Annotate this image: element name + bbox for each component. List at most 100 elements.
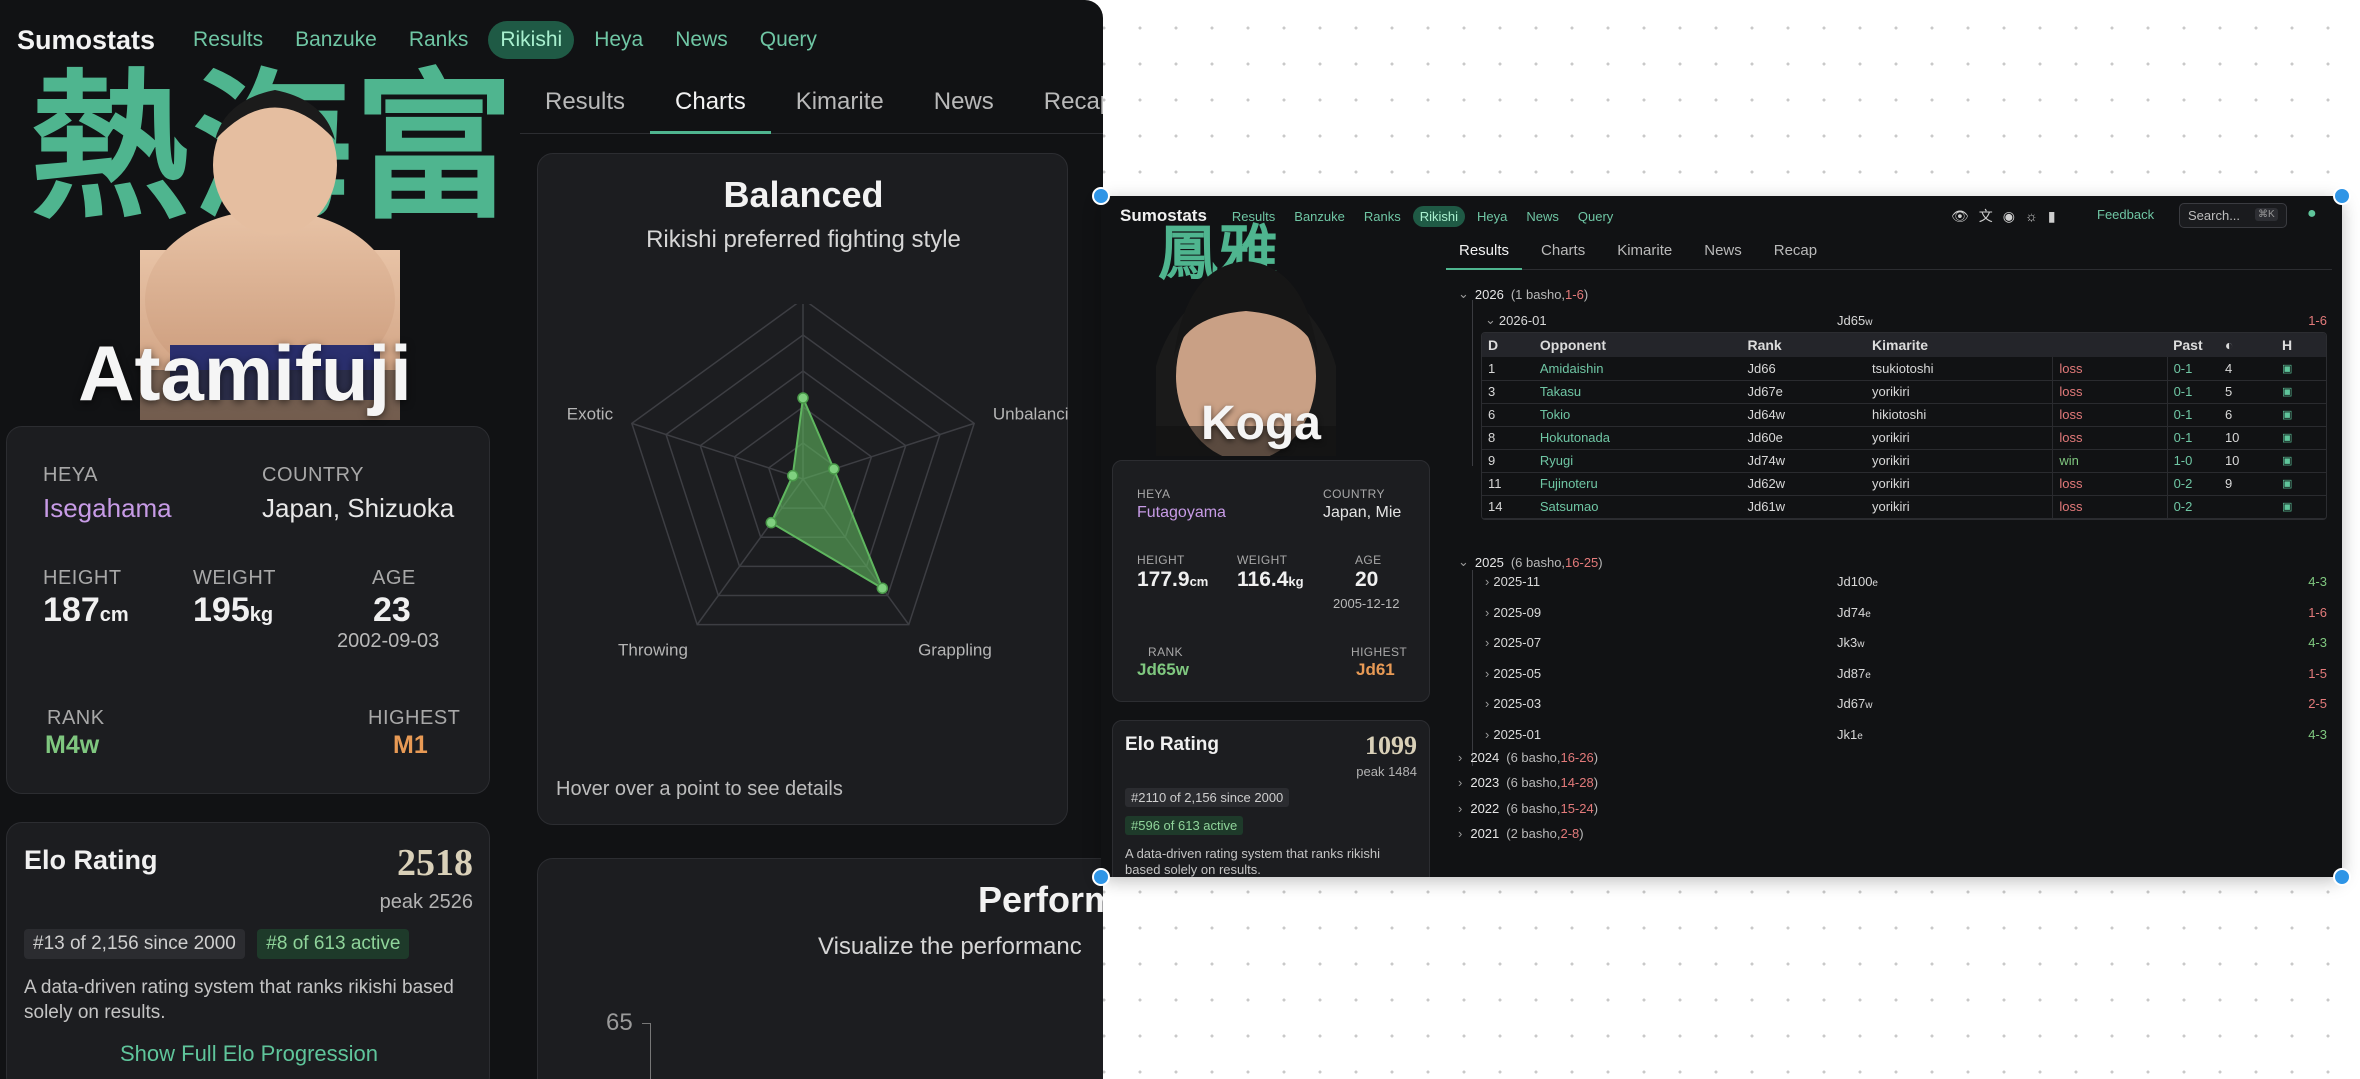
nav-banzuke-small[interactable]: Banzuke	[1287, 206, 1352, 227]
past-record: 0-2	[2166, 472, 2219, 496]
basho-row[interactable]: › 2025-07 Jk3w 4-3	[1485, 635, 2327, 650]
tab-results[interactable]: Results	[520, 82, 650, 134]
nav-ranks-small[interactable]: Ranks	[1357, 206, 1408, 227]
y-axis-line	[650, 1023, 651, 1079]
opponent-link[interactable]: Amidaishin	[1533, 357, 1742, 381]
year-row-2023[interactable]: › 2023 (6 basho, 14-28)	[1458, 775, 1598, 790]
opponent-link[interactable]: Takasu	[1533, 380, 1742, 404]
table-row[interactable]: 1 Amidaishin Jd66 tsukiotoshi loss 0-1 4 ▣	[1482, 357, 2326, 381]
tab-results-small[interactable]: Results	[1446, 236, 1523, 270]
heya-link-small[interactable]: Futagoyama	[1137, 504, 1226, 522]
chevron-right-icon: ›	[1458, 750, 1463, 765]
resize-handle-bottom-right[interactable]	[2333, 868, 2351, 886]
video-icon[interactable]: ▣	[2276, 495, 2326, 519]
col-header: Opponent	[1533, 333, 1742, 357]
basho-row[interactable]: › 2025-03 Jd67w 2-5	[1485, 696, 2327, 711]
video-icon[interactable]: ▣	[2276, 357, 2326, 381]
weight-label: WEIGHT	[193, 567, 276, 589]
opponent-link[interactable]: Fujinoteru	[1533, 472, 1742, 496]
opponent-link[interactable]: Satsumao	[1533, 495, 1742, 519]
basho-row[interactable]: › 2025-09 Jd74e 1-6	[1485, 605, 2327, 620]
basho-rank: Jk1e	[1837, 727, 1863, 742]
video-icon[interactable]: ▣	[2276, 426, 2326, 450]
opponent-rank: Jd60e	[1741, 426, 1867, 450]
heya-label-small: HEYA	[1137, 487, 1171, 501]
radar-point-exotic[interactable]	[786, 469, 799, 482]
tab-recap-small[interactable]: Recap	[1761, 236, 1830, 270]
profile-tabs: Results Charts Kimarite News Recap	[520, 82, 1103, 134]
chevron-right-icon: ›	[1458, 775, 1463, 791]
table-row[interactable]: 11 Fujinoteru Jd62w yorikiri loss 0-2 9 ▣	[1482, 472, 2326, 496]
opponent-rank: Jd64w	[1741, 403, 1867, 427]
video-icon[interactable]: ▣	[2276, 472, 2326, 496]
eye-slash-icon[interactable]: 👁	[1951, 208, 1969, 225]
tab-news[interactable]: News	[909, 82, 1019, 134]
heya-link[interactable]: Isegahama	[43, 493, 172, 524]
toolbar-icons: 👁 文 ◉ ☼ ▮	[1951, 206, 2056, 226]
year-row-2021[interactable]: › 2021 (2 basho, 2-8)	[1458, 826, 1584, 841]
chevron-down-icon: ⌄	[1458, 286, 1469, 301]
year-2026-row[interactable]: ⌄ 2026 (1 basho, 1-6)	[1458, 286, 1588, 302]
search-input[interactable]: Search... ⌘K	[2179, 203, 2287, 228]
nav-heya[interactable]: Heya	[582, 21, 655, 59]
table-row[interactable]: 9 Ryugi Jd74w yorikiri win 1-0 10 ▣	[1482, 449, 2326, 473]
nav-query-small[interactable]: Query	[1571, 206, 1620, 227]
elo-progression-link[interactable]: Show Full Elo Progression	[7, 1041, 491, 1067]
tab-news-small[interactable]: News	[1691, 236, 1755, 270]
resize-handle-bottom-left[interactable]	[1092, 868, 1110, 886]
tab-kimarite-small[interactable]: Kimarite	[1604, 236, 1685, 270]
feedback-link[interactable]: Feedback	[2097, 207, 2154, 222]
elo-value: 2518	[397, 842, 473, 884]
table-row[interactable]: 14 Satsumao Jd61w yorikiri loss 0-2 ▣	[1482, 495, 2326, 519]
past-record: 0-2	[2166, 495, 2219, 519]
radar-point-grappling[interactable]	[876, 582, 889, 594]
year-row-2022[interactable]: › 2022 (6 basho, 15-24)	[1458, 801, 1598, 816]
nav-heya-small[interactable]: Heya	[1470, 206, 1514, 227]
opponent-link[interactable]: Hokutonada	[1533, 426, 1742, 450]
resize-handle-top-left[interactable]	[1092, 187, 1110, 205]
tab-charts-small[interactable]: Charts	[1528, 236, 1598, 270]
nav-news-small[interactable]: News	[1519, 206, 1566, 227]
chart-hint: Hover over a point to see details	[556, 778, 843, 800]
basho-2026-01-row[interactable]: ⌄ 2026-01 Jd65w 1-6	[1485, 312, 2327, 328]
opponent-link[interactable]: Tokio	[1533, 403, 1742, 427]
birth-date: 2002-09-03	[337, 630, 440, 652]
radar-point-throwing[interactable]	[765, 516, 778, 529]
radar-point-unbalancing[interactable]	[828, 463, 840, 475]
style-title: Balanced	[723, 174, 884, 215]
tab-charts[interactable]: Charts	[650, 82, 771, 134]
basho-row[interactable]: › 2025-11 Jd100e 4-3	[1485, 574, 2327, 589]
basho-row[interactable]: › 2025-01 Jk1e 4-3	[1485, 727, 2327, 742]
translate-icon[interactable]: 文	[1979, 206, 1993, 226]
video-icon[interactable]: ▣	[2276, 403, 2326, 427]
brand-logo[interactable]: Sumostats	[17, 25, 155, 56]
tab-kimarite[interactable]: Kimarite	[771, 82, 909, 134]
basho-row[interactable]: › 2025-05 Jd87e 1-5	[1485, 666, 2327, 681]
resize-handle-top-right[interactable]	[2333, 187, 2351, 205]
basho-record: 1-6	[2308, 312, 2327, 328]
nav-rikishi-small[interactable]: Rikishi	[1412, 205, 1466, 227]
radar-point-pushing[interactable]	[797, 392, 809, 404]
col-header: Past	[2167, 333, 2219, 357]
table-row[interactable]: 3 Takasu Jd67e yorikiri loss 0-1 5 ▣	[1482, 380, 2326, 404]
video-icon[interactable]: ▣	[2276, 380, 2326, 404]
year-2025-row[interactable]: ⌄ 2025 (6 basho, 16-25)	[1458, 554, 1603, 570]
tab-recap[interactable]: Recap	[1019, 82, 1103, 134]
sun-icon[interactable]: ☼	[2025, 208, 2038, 224]
rikishi-name: Atamifuji	[78, 329, 412, 417]
nav-news[interactable]: News	[663, 21, 740, 59]
table-row[interactable]: 6 Tokio Jd64w hikiotoshi loss 0-1 6 ▣	[1482, 403, 2326, 427]
eye-icon[interactable]: ◉	[2003, 208, 2015, 225]
opponent-link[interactable]: Ryugi	[1533, 449, 1742, 473]
user-icon[interactable]: ●	[2307, 205, 2317, 223]
bottle-icon[interactable]: ▮	[2048, 208, 2056, 225]
basho-rank: Jd65w	[1837, 312, 1873, 328]
year-row-2024[interactable]: › 2024 (6 basho, 16-26)	[1458, 750, 1598, 765]
nav-query[interactable]: Query	[748, 21, 829, 59]
basho-label: 2025-09	[1493, 604, 1542, 620]
highest-value: M1	[393, 731, 428, 759]
table-row[interactable]: 8 Hokutonada Jd60e yorikiri loss 0-1 10 ▣	[1482, 426, 2326, 450]
video-icon[interactable]: ▣	[2276, 449, 2326, 473]
fighting-style-radar-chart[interactable]: PushingUnbalancingGrapplingThrowingExoti…	[538, 304, 1069, 724]
bout-result: loss	[2052, 403, 2168, 427]
